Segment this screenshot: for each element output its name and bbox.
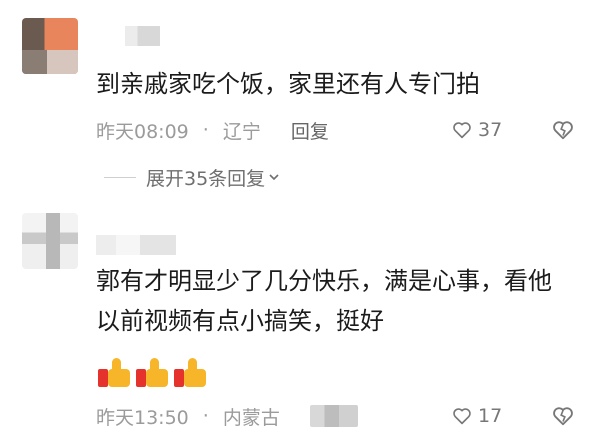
comment-meta: 昨天08:09 · 辽宁 回复 37 <box>96 115 578 145</box>
comment-time: 昨天13:50 <box>96 406 189 429</box>
expand-divider <box>104 176 136 178</box>
heart-icon <box>453 408 471 425</box>
expand-replies-label: 展开35条回复 <box>146 167 266 190</box>
comment-time: 昨天08:09 <box>96 120 189 143</box>
like-button[interactable]: 37 <box>452 119 502 141</box>
meta-separator: · <box>202 119 209 141</box>
dislike-icon[interactable] <box>552 405 574 427</box>
dislike-icon[interactable] <box>552 119 574 141</box>
like-count: 37 <box>478 119 503 141</box>
chevron-down-icon <box>269 174 279 181</box>
username-blurred[interactable] <box>96 235 176 255</box>
avatar[interactable] <box>22 213 78 269</box>
username-blurred[interactable] <box>110 26 160 46</box>
thumbs-up-icon <box>96 357 132 389</box>
expand-replies-button[interactable]: 展开35条回复 <box>104 162 279 192</box>
comment-text: 郭有才明显少了几分快乐，满是心事，看他以前视频有点小搞笑，挺好 <box>96 267 552 335</box>
like-count: 17 <box>478 405 503 427</box>
comment-meta: 昨天13:50 · 内蒙古 17 <box>96 401 578 431</box>
comment-item: 郭有才明显少了几分快乐，满是心事，看他以前视频有点小搞笑，挺好 昨天13:50 … <box>0 205 600 437</box>
meta-separator: · <box>202 405 209 427</box>
comment-item: 到亲戚家吃个饭，家里还有人专门拍 昨天08:09 · 辽宁 回复 37 展开35… <box>0 0 600 205</box>
emoji-row <box>96 357 208 389</box>
avatar[interactable] <box>22 18 78 74</box>
thumbs-up-icon <box>172 357 208 389</box>
heart-icon <box>453 122 471 139</box>
comment-location: 内蒙古 <box>222 406 280 429</box>
comment-location: 辽宁 <box>222 120 261 143</box>
reply-button[interactable]: 回复 <box>291 117 329 144</box>
thumbs-up-icon <box>134 357 170 389</box>
like-button[interactable]: 17 <box>452 405 502 427</box>
comment-text: 到亲戚家吃个饭，家里还有人专门拍 <box>96 70 480 98</box>
reply-button-blurred[interactable] <box>309 405 358 427</box>
